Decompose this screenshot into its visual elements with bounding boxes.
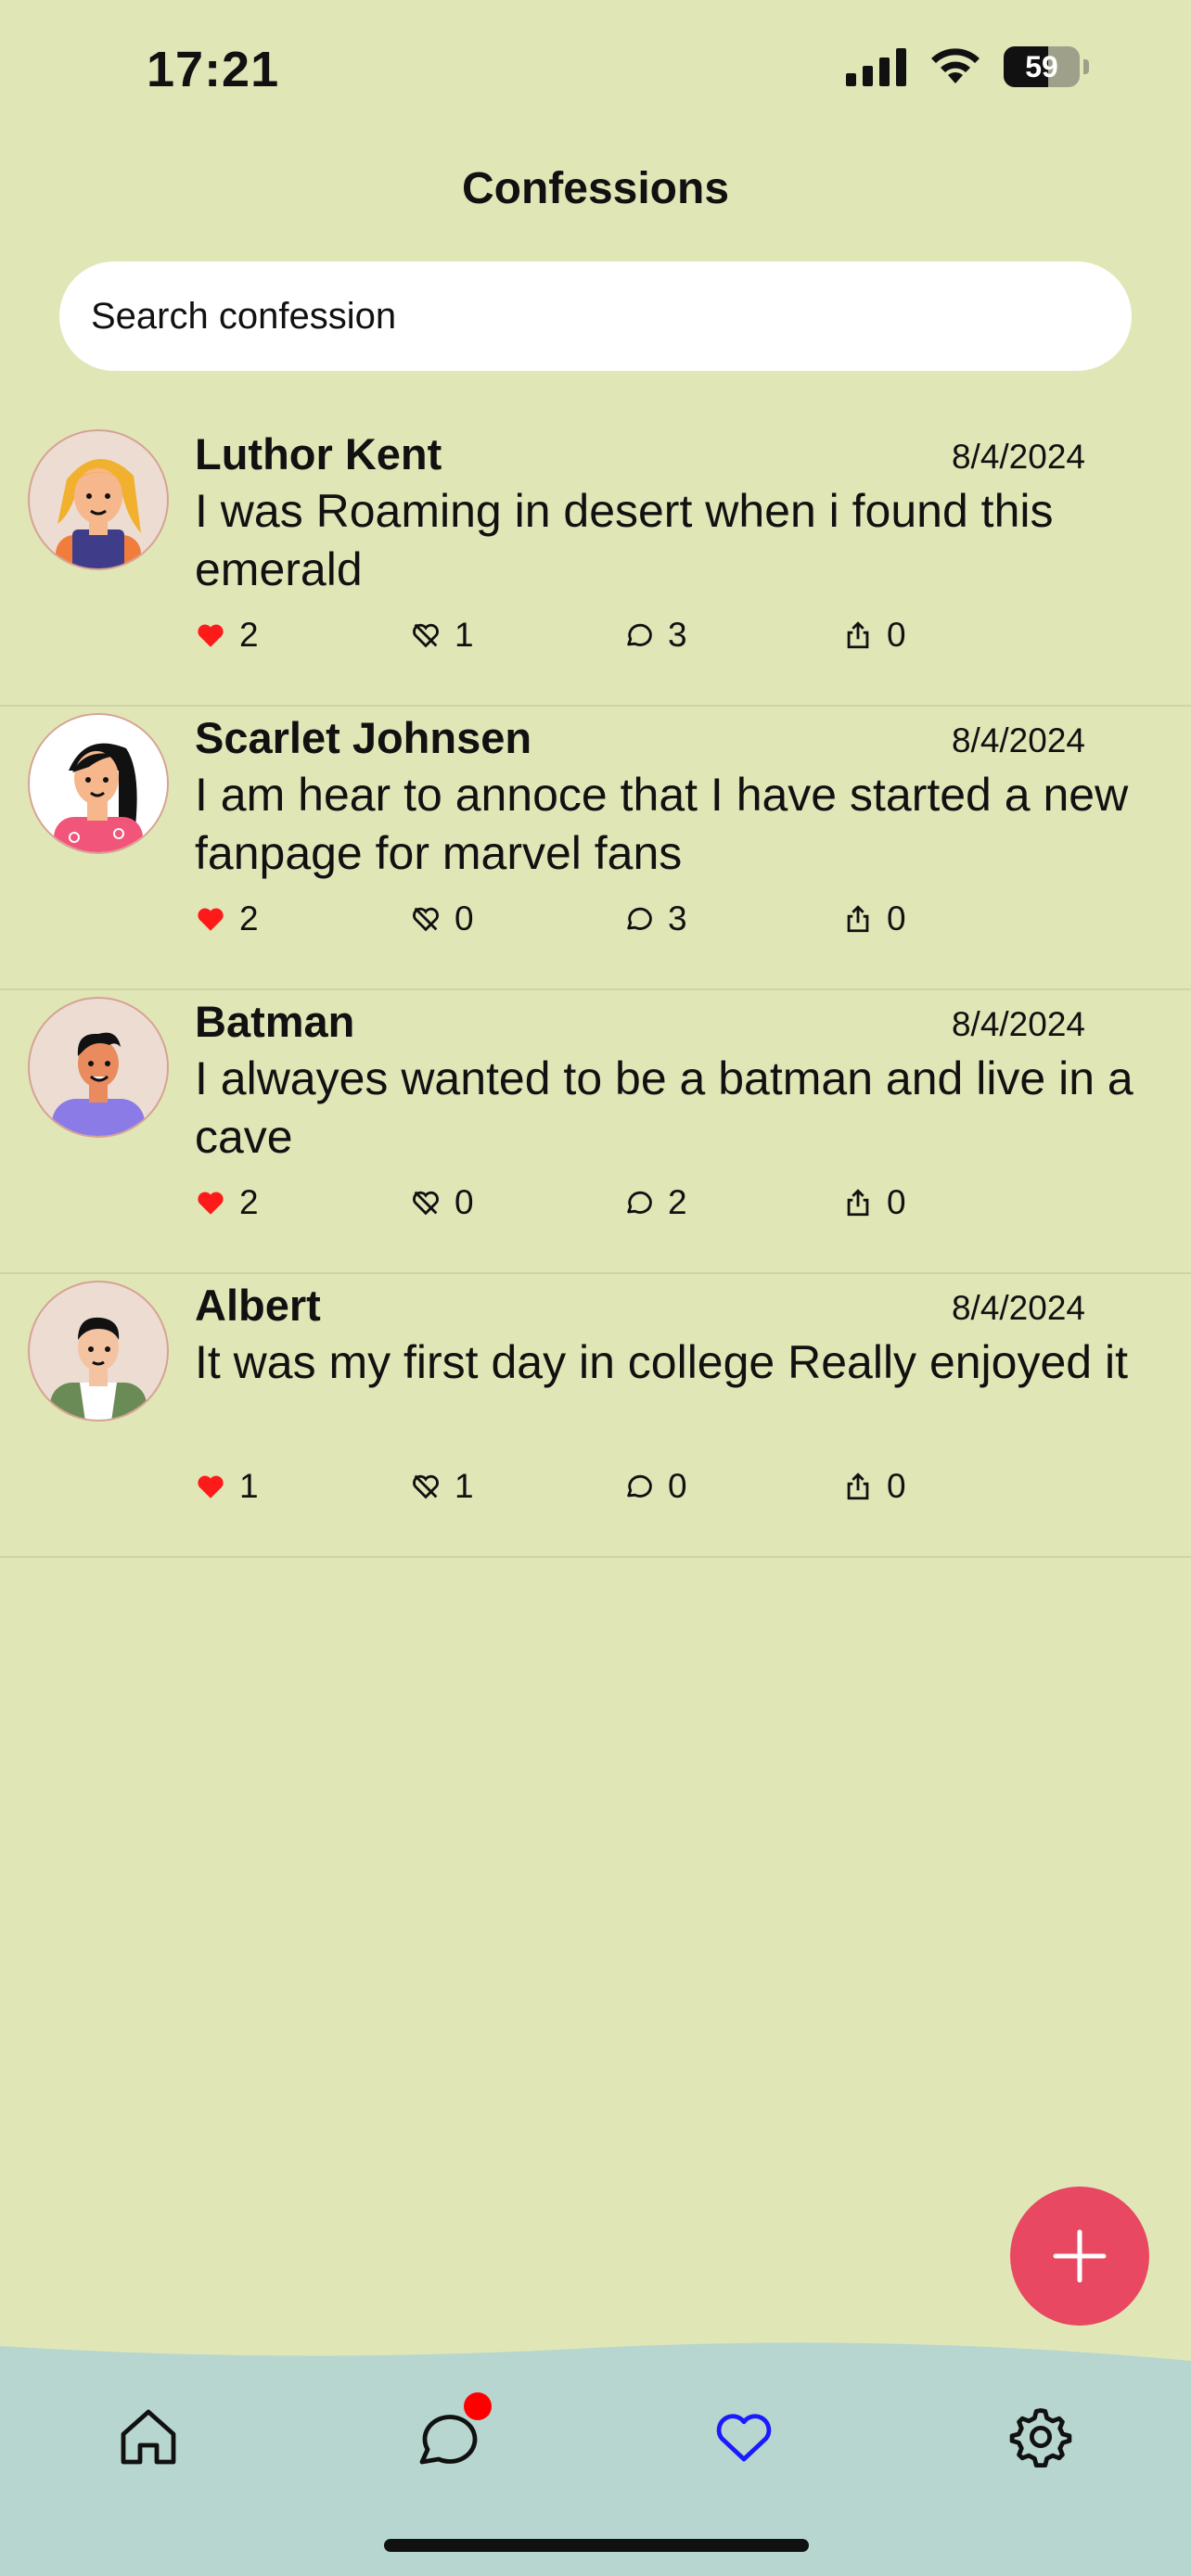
- dislike-count: 1: [455, 1467, 474, 1505]
- avatar-man-green-jacket[interactable]: [28, 1281, 169, 1422]
- avatar-woman-black-hair[interactable]: [28, 713, 169, 854]
- post-message: I am hear to annoce that I have started …: [195, 769, 1129, 879]
- heart-slash-icon: [413, 907, 439, 932]
- heart-filled-icon: [198, 1192, 224, 1215]
- share-icon: [847, 1189, 869, 1217]
- cellular-signal-icon: [846, 48, 906, 86]
- confession-item[interactable]: Luthor Kent 8/4/2024 I was Roaming in de…: [0, 423, 1191, 707]
- share-count: 0: [887, 899, 906, 937]
- post-message: I alwayes wanted to be a batman and live…: [195, 1052, 1133, 1163]
- comment-count: 3: [668, 899, 687, 937]
- heart-filled-icon: [198, 908, 224, 931]
- confession-item[interactable]: Batman 8/4/2024 I alwayes wanted to be a…: [0, 990, 1191, 1274]
- heart-slash-icon: [413, 1191, 439, 1216]
- post-actions: 2 0 2 0: [195, 1183, 937, 1230]
- like-button[interactable]: 2: [195, 899, 259, 938]
- comment-button[interactable]: 3: [623, 616, 687, 655]
- post-author: Scarlet Johnsen: [195, 713, 532, 762]
- post-author: Albert: [195, 1281, 321, 1330]
- comment-button[interactable]: 2: [623, 1183, 687, 1222]
- heart-outline-icon: [716, 2414, 772, 2462]
- heart-slash-icon: [413, 1474, 439, 1499]
- share-button[interactable]: 0: [842, 1467, 906, 1506]
- comment-button[interactable]: 3: [623, 899, 687, 938]
- dislike-button[interactable]: 1: [410, 1467, 474, 1506]
- plus-icon: [1053, 2229, 1107, 2283]
- gear-icon: [1009, 2408, 1072, 2468]
- post-date: 8/4/2024: [951, 438, 1085, 476]
- share-button[interactable]: 0: [842, 899, 906, 938]
- confession-list: Luthor Kent 8/4/2024 I was Roaming in de…: [0, 423, 1191, 1558]
- tab-favorites[interactable]: [707, 2400, 781, 2474]
- search-bar[interactable]: [59, 261, 1132, 371]
- avatar-man-purple-shirt[interactable]: [28, 997, 169, 1138]
- tab-home[interactable]: [111, 2400, 186, 2474]
- dislike-button[interactable]: 0: [410, 899, 474, 938]
- dislike-button[interactable]: 1: [410, 616, 474, 655]
- post-actions: 2 0 3 0: [195, 899, 937, 946]
- tab-settings[interactable]: [1004, 2400, 1078, 2474]
- dislike-count: 1: [455, 616, 474, 654]
- wifi-icon: [931, 48, 980, 83]
- comment-bubble-icon: [627, 907, 652, 930]
- post-author: Luthor Kent: [195, 429, 442, 478]
- share-count: 0: [887, 1183, 906, 1221]
- tab-chat[interactable]: [410, 2392, 492, 2474]
- post-message: It was my first day in college Really en…: [195, 1336, 1128, 1388]
- confession-item[interactable]: Albert 8/4/2024 It was my first day in c…: [0, 1274, 1191, 1558]
- dislike-count: 0: [455, 899, 474, 937]
- search-input[interactable]: [89, 294, 1102, 338]
- like-button[interactable]: 1: [195, 1467, 259, 1506]
- home-indicator: [384, 2539, 809, 2552]
- comment-button[interactable]: 0: [623, 1467, 687, 1506]
- status-icons: 59: [846, 46, 1089, 87]
- post-date: 8/4/2024: [951, 1289, 1085, 1327]
- share-icon: [847, 621, 869, 649]
- comment-bubble-icon: [627, 1191, 652, 1214]
- like-count: 2: [239, 899, 259, 937]
- post-actions: 1 1 0 0: [195, 1467, 937, 1513]
- battery-icon: 59: [1004, 46, 1080, 87]
- dislike-button[interactable]: 0: [410, 1183, 474, 1222]
- status-time: 17:21: [147, 42, 280, 97]
- page-title: Confessions: [461, 164, 730, 213]
- post-actions: 2 1 3 0: [195, 616, 937, 662]
- status-bar: 17:21 59: [0, 0, 1191, 139]
- heart-slash-icon: [413, 623, 439, 648]
- post-date: 8/4/2024: [951, 1005, 1085, 1043]
- share-button[interactable]: 0: [842, 1183, 906, 1222]
- battery-cap: [1083, 59, 1089, 74]
- like-button[interactable]: 2: [195, 1183, 259, 1222]
- notification-badge: [464, 2392, 492, 2420]
- like-count: 2: [239, 616, 259, 654]
- heart-filled-icon: [198, 1475, 224, 1498]
- share-button[interactable]: 0: [842, 616, 906, 655]
- post-message: I was Roaming in desert when i found thi…: [195, 485, 1054, 595]
- share-icon: [847, 905, 869, 933]
- share-count: 0: [887, 616, 906, 654]
- like-count: 1: [239, 1467, 259, 1505]
- add-confession-button[interactable]: [1010, 2187, 1149, 2326]
- like-button[interactable]: 2: [195, 616, 259, 655]
- confession-item[interactable]: Scarlet Johnsen 8/4/2024 I am hear to an…: [0, 707, 1191, 990]
- comment-bubble-icon: [627, 1474, 652, 1498]
- share-icon: [847, 1473, 869, 1500]
- avatar-woman-yellow-hair[interactable]: [28, 429, 169, 570]
- dislike-count: 0: [455, 1183, 474, 1221]
- like-count: 2: [239, 1183, 259, 1221]
- comment-bubble-icon: [627, 623, 652, 646]
- heart-filled-icon: [198, 624, 224, 647]
- comment-count: 0: [668, 1467, 687, 1505]
- comment-count: 2: [668, 1183, 687, 1221]
- home-icon: [121, 2409, 176, 2465]
- post-date: 8/4/2024: [951, 721, 1085, 759]
- post-author: Batman: [195, 997, 355, 1046]
- battery-percent: 59: [1025, 49, 1058, 83]
- comment-count: 3: [668, 616, 687, 654]
- share-count: 0: [887, 1467, 906, 1505]
